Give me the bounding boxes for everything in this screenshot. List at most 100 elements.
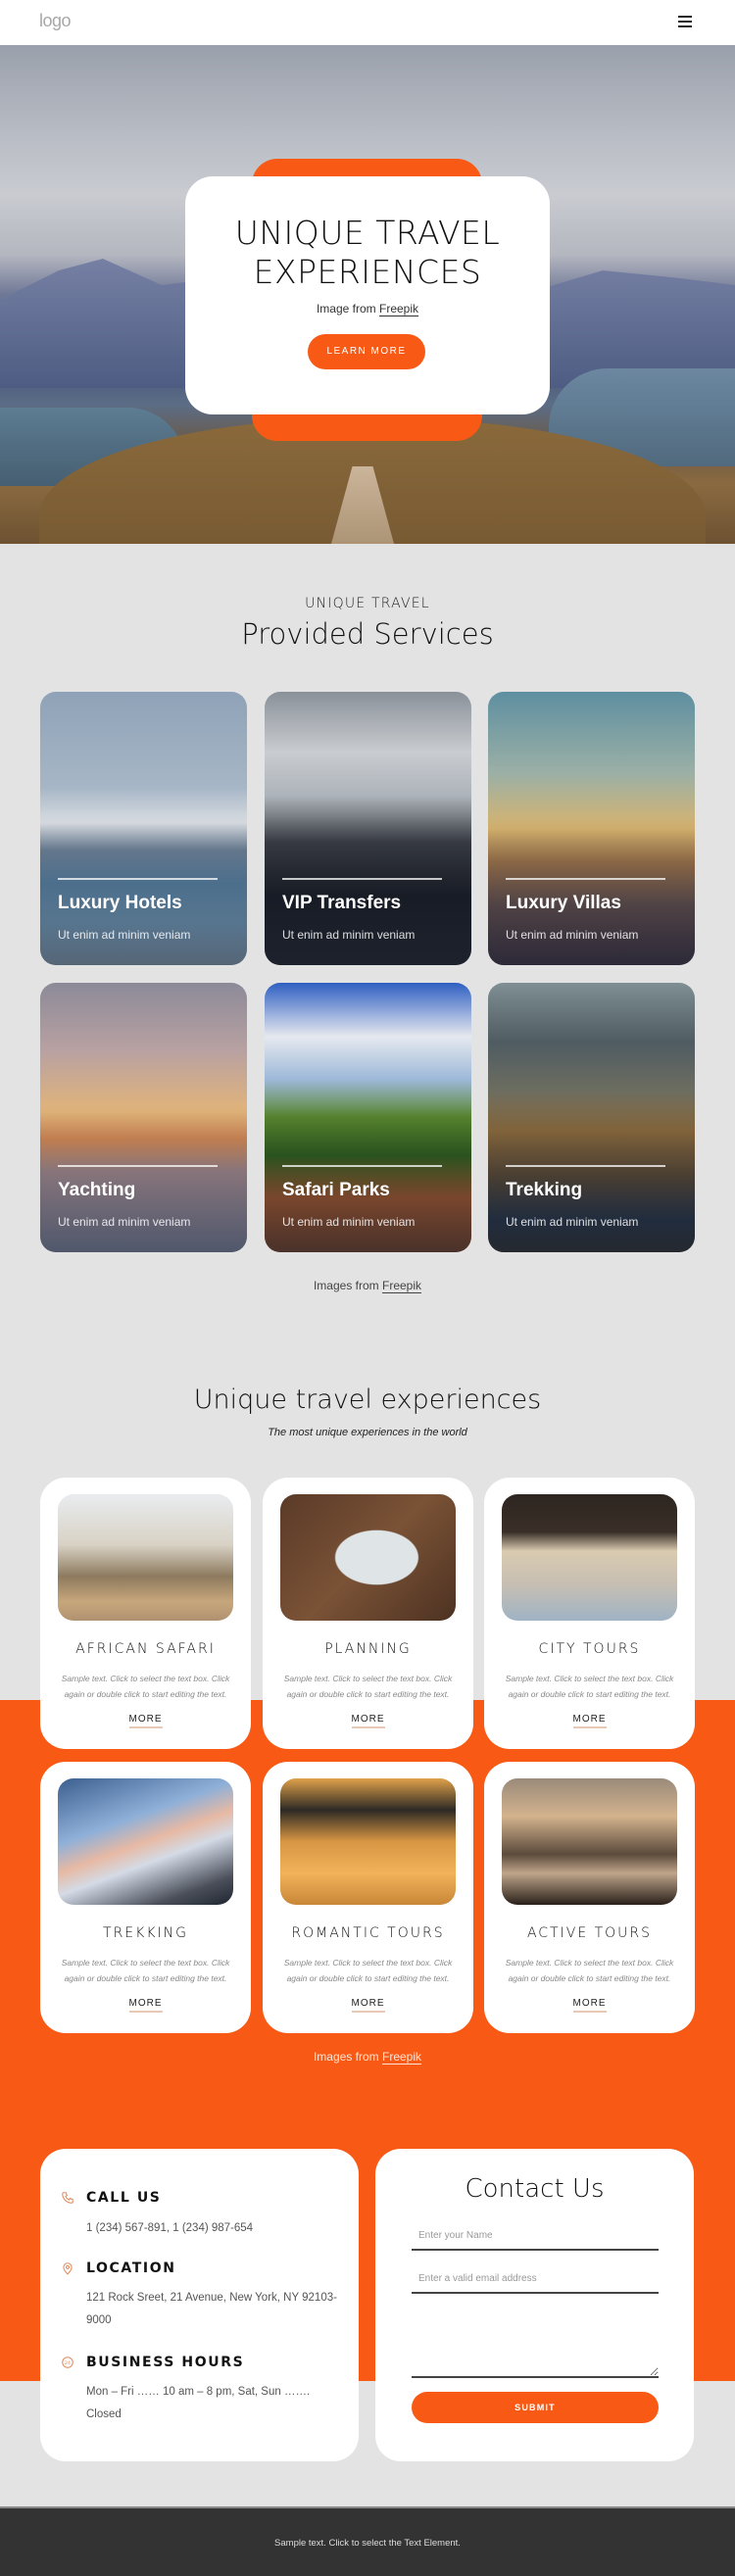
experience-image bbox=[58, 1494, 233, 1621]
service-desc: Ut enim ad minim veniam bbox=[58, 928, 191, 942]
call-us-heading: CALL US bbox=[86, 2190, 162, 2206]
experiences-title: Unique travel experiences bbox=[193, 1385, 542, 1415]
more-link[interactable]: MORE bbox=[351, 1714, 385, 1728]
more-link[interactable]: MORE bbox=[128, 1714, 163, 1728]
business-hours-heading: BUSINESS HOURS bbox=[86, 2355, 245, 2370]
service-card-trekking[interactable]: Trekking Ut enim ad minim veniam bbox=[488, 983, 695, 1252]
call-us-text: 1 (234) 567-891, 1 (234) 987-654 bbox=[86, 2222, 254, 2234]
experience-card-planning: PLANNING Sample text. Click to select th… bbox=[263, 1478, 473, 1749]
service-name: Trekking bbox=[506, 1180, 583, 1200]
card-divider bbox=[506, 878, 665, 880]
freepik-link[interactable]: Freepik bbox=[382, 2050, 422, 2065]
experience-text: Sample text. Click to select the text bo… bbox=[505, 1674, 674, 1699]
service-card-vip-transfers[interactable]: VIP Transfers Ut enim ad minim veniam bbox=[265, 692, 471, 965]
contact-form-title: Contact Us bbox=[465, 2174, 605, 2204]
experience-card-trekking: TREKKING Sample text. Click to select th… bbox=[40, 1762, 251, 2033]
experience-text: Sample text. Click to select the text bo… bbox=[283, 1958, 453, 1983]
experience-text: Sample text. Click to select the text bo… bbox=[505, 1958, 674, 1983]
experience-card-romantic-tours: ROMANTIC TOURS Sample text. Click to sel… bbox=[263, 1762, 473, 2033]
map-pin-icon bbox=[63, 2262, 73, 2275]
experience-image bbox=[502, 1494, 677, 1621]
service-name: VIP Transfers bbox=[282, 893, 402, 913]
experience-title: AFRICAN SAFARI bbox=[75, 1641, 216, 1657]
submit-button[interactable]: SUBMIT bbox=[412, 2392, 659, 2423]
hero-section: UNIQUE TRAVEL EXPERIENCES Image from Fre… bbox=[0, 45, 735, 544]
location-heading: LOCATION bbox=[86, 2260, 176, 2276]
freepik-link[interactable]: Freepik bbox=[382, 1279, 422, 1293]
service-desc: Ut enim ad minim veniam bbox=[58, 1215, 191, 1229]
hero-title: UNIQUE TRAVEL EXPERIENCES bbox=[234, 214, 501, 291]
experience-title: ROMANTIC TOURS bbox=[291, 1925, 445, 1941]
service-card-luxury-villas[interactable]: Luxury Villas Ut enim ad minim veniam bbox=[488, 692, 695, 965]
contact-info-card: CALL US 1 (234) 567-891, 1 (234) 987-654… bbox=[40, 2149, 359, 2461]
name-input[interactable] bbox=[412, 2221, 659, 2251]
experience-title: ACTIVE TOURS bbox=[526, 1925, 653, 1941]
experience-card-african-safari: AFRICAN SAFARI Sample text. Click to sel… bbox=[40, 1478, 251, 1749]
site-header: logo bbox=[0, 0, 735, 45]
experience-image bbox=[280, 1494, 456, 1621]
experience-image bbox=[502, 1778, 677, 1905]
service-name: Safari Parks bbox=[282, 1180, 390, 1200]
learn-more-button[interactable]: LEARN MORE bbox=[308, 334, 425, 369]
hamburger-line bbox=[678, 25, 692, 27]
more-link[interactable]: MORE bbox=[128, 1998, 163, 2013]
phone-icon bbox=[62, 2192, 74, 2204]
card-overlay bbox=[265, 1103, 471, 1252]
service-card-yachting[interactable]: Yachting Ut enim ad minim veniam bbox=[40, 983, 247, 1252]
hamburger-line bbox=[678, 16, 692, 18]
footer-text: Sample text. Click to select the Text El… bbox=[274, 2538, 461, 2549]
card-overlay bbox=[488, 1103, 695, 1252]
experience-image bbox=[58, 1778, 233, 1905]
svg-text:24: 24 bbox=[65, 2360, 71, 2366]
services-credit: Images from Freepik bbox=[0, 1279, 735, 1293]
experience-text: Sample text. Click to select the text bo… bbox=[283, 1674, 453, 1699]
credit-prefix: Images from bbox=[313, 1279, 382, 1292]
contact-form-card: Contact Us SUBMIT bbox=[375, 2149, 694, 2461]
services-kicker: UNIQUE TRAVEL bbox=[305, 596, 430, 611]
service-name: Luxury Villas bbox=[506, 893, 621, 913]
service-card-safari-parks[interactable]: Safari Parks Ut enim ad minim veniam bbox=[265, 983, 471, 1252]
card-overlay bbox=[40, 1103, 247, 1252]
services-title: Provided Services bbox=[241, 617, 494, 651]
experience-text: Sample text. Click to select the text bo… bbox=[61, 1958, 230, 1983]
freepik-link[interactable]: Freepik bbox=[379, 302, 419, 316]
hamburger-line bbox=[678, 21, 692, 23]
card-divider bbox=[282, 878, 442, 880]
card-divider bbox=[58, 1165, 218, 1167]
experience-card-active-tours: ACTIVE TOURS Sample text. Click to selec… bbox=[484, 1762, 695, 2033]
more-link[interactable]: MORE bbox=[572, 1998, 607, 2013]
service-desc: Ut enim ad minim veniam bbox=[506, 1215, 639, 1229]
experience-title: CITY TOURS bbox=[538, 1641, 641, 1657]
card-divider bbox=[282, 1165, 442, 1167]
card-overlay bbox=[40, 814, 247, 965]
service-desc: Ut enim ad minim veniam bbox=[506, 928, 639, 942]
card-overlay bbox=[488, 814, 695, 965]
experiences-subtitle: The most unique experiences in the world bbox=[268, 1427, 467, 1438]
credit-prefix: Images from bbox=[313, 2050, 382, 2064]
service-name: Yachting bbox=[58, 1180, 136, 1200]
more-link[interactable]: MORE bbox=[351, 1998, 385, 2013]
logo[interactable]: logo bbox=[39, 11, 72, 31]
experience-text: Sample text. Click to select the text bo… bbox=[61, 1674, 230, 1699]
hamburger-icon[interactable] bbox=[678, 16, 692, 27]
card-divider bbox=[506, 1165, 665, 1167]
service-desc: Ut enim ad minim veniam bbox=[282, 1215, 416, 1229]
more-link[interactable]: MORE bbox=[572, 1714, 607, 1728]
service-name: Luxury Hotels bbox=[58, 893, 182, 913]
location-text: 121 Rock Sreet, 21 Avenue, New York, NY … bbox=[86, 2292, 337, 2326]
message-textarea[interactable] bbox=[412, 2308, 659, 2378]
experience-card-city-tours: CITY TOURS Sample text. Click to select … bbox=[484, 1478, 695, 1749]
clock-24-icon: 24 bbox=[62, 2357, 74, 2368]
hero-card: UNIQUE TRAVEL EXPERIENCES Image from Fre… bbox=[185, 176, 550, 414]
site-footer: Sample text. Click to select the Text El… bbox=[0, 2506, 735, 2576]
service-desc: Ut enim ad minim veniam bbox=[282, 928, 416, 942]
business-hours-text: Mon – Fri …… 10 am – 8 pm, Sat, Sun ……. … bbox=[86, 2386, 311, 2420]
experience-title: TREKKING bbox=[103, 1925, 188, 1941]
email-input[interactable] bbox=[412, 2264, 659, 2294]
service-card-luxury-hotels[interactable]: Luxury Hotels Ut enim ad minim veniam bbox=[40, 692, 247, 965]
card-divider bbox=[58, 878, 218, 880]
experiences-credit: Images from Freepik bbox=[0, 2050, 735, 2065]
hero-credit-prefix: Image from bbox=[316, 302, 379, 316]
card-overlay bbox=[265, 814, 471, 965]
hero-credit: Image from Freepik bbox=[185, 302, 550, 316]
